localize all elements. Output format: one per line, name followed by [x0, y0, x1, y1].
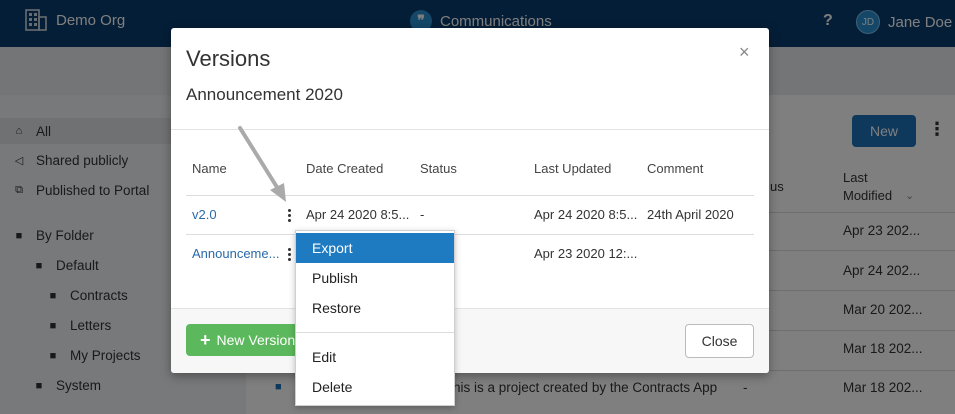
row-divider [186, 234, 754, 235]
menu-item-delete[interactable]: Delete [296, 372, 454, 402]
version-status: - [420, 207, 425, 222]
menu-item-edit[interactable]: Edit [296, 342, 454, 372]
column-date-created: Date Created [306, 161, 384, 176]
menu-separator [296, 332, 454, 333]
version-name-link[interactable]: Announceme... [192, 246, 279, 261]
menu-item-publish[interactable]: Publish [296, 263, 454, 293]
version-comment: 24th April 2020 [647, 207, 734, 222]
dialog-title: Versions [186, 46, 271, 71]
version-context-menu: Export Publish Restore Edit Delete [295, 230, 455, 406]
last-updated: Apr 24 2020 8:5... [534, 207, 638, 222]
close-button[interactable]: Close [685, 324, 754, 358]
column-last-updated: Last Updated [534, 161, 612, 176]
column-status: Status [420, 161, 457, 176]
versions-dialog: Versions × Announcement 2020 Name Date C… [171, 28, 769, 373]
version-name-link[interactable]: v2.0 [192, 207, 217, 222]
row-actions-icon[interactable] [284, 248, 294, 261]
row-actions-icon[interactable] [284, 209, 294, 222]
divider [171, 129, 769, 130]
close-icon[interactable]: × [739, 42, 750, 63]
button-label: New Version [216, 332, 296, 348]
dialog-subtitle: Announcement 2020 [186, 85, 343, 104]
date-created: Apr 24 2020 8:5... [306, 207, 410, 222]
last-updated: Apr 23 2020 12:... [534, 246, 638, 261]
menu-item-export[interactable]: Export [296, 233, 454, 263]
menu-item-restore[interactable]: Restore [296, 293, 454, 323]
plus-icon: + [200, 330, 211, 350]
column-comment: Comment [647, 161, 704, 176]
row-divider [186, 195, 754, 196]
column-name: Name [192, 161, 227, 176]
